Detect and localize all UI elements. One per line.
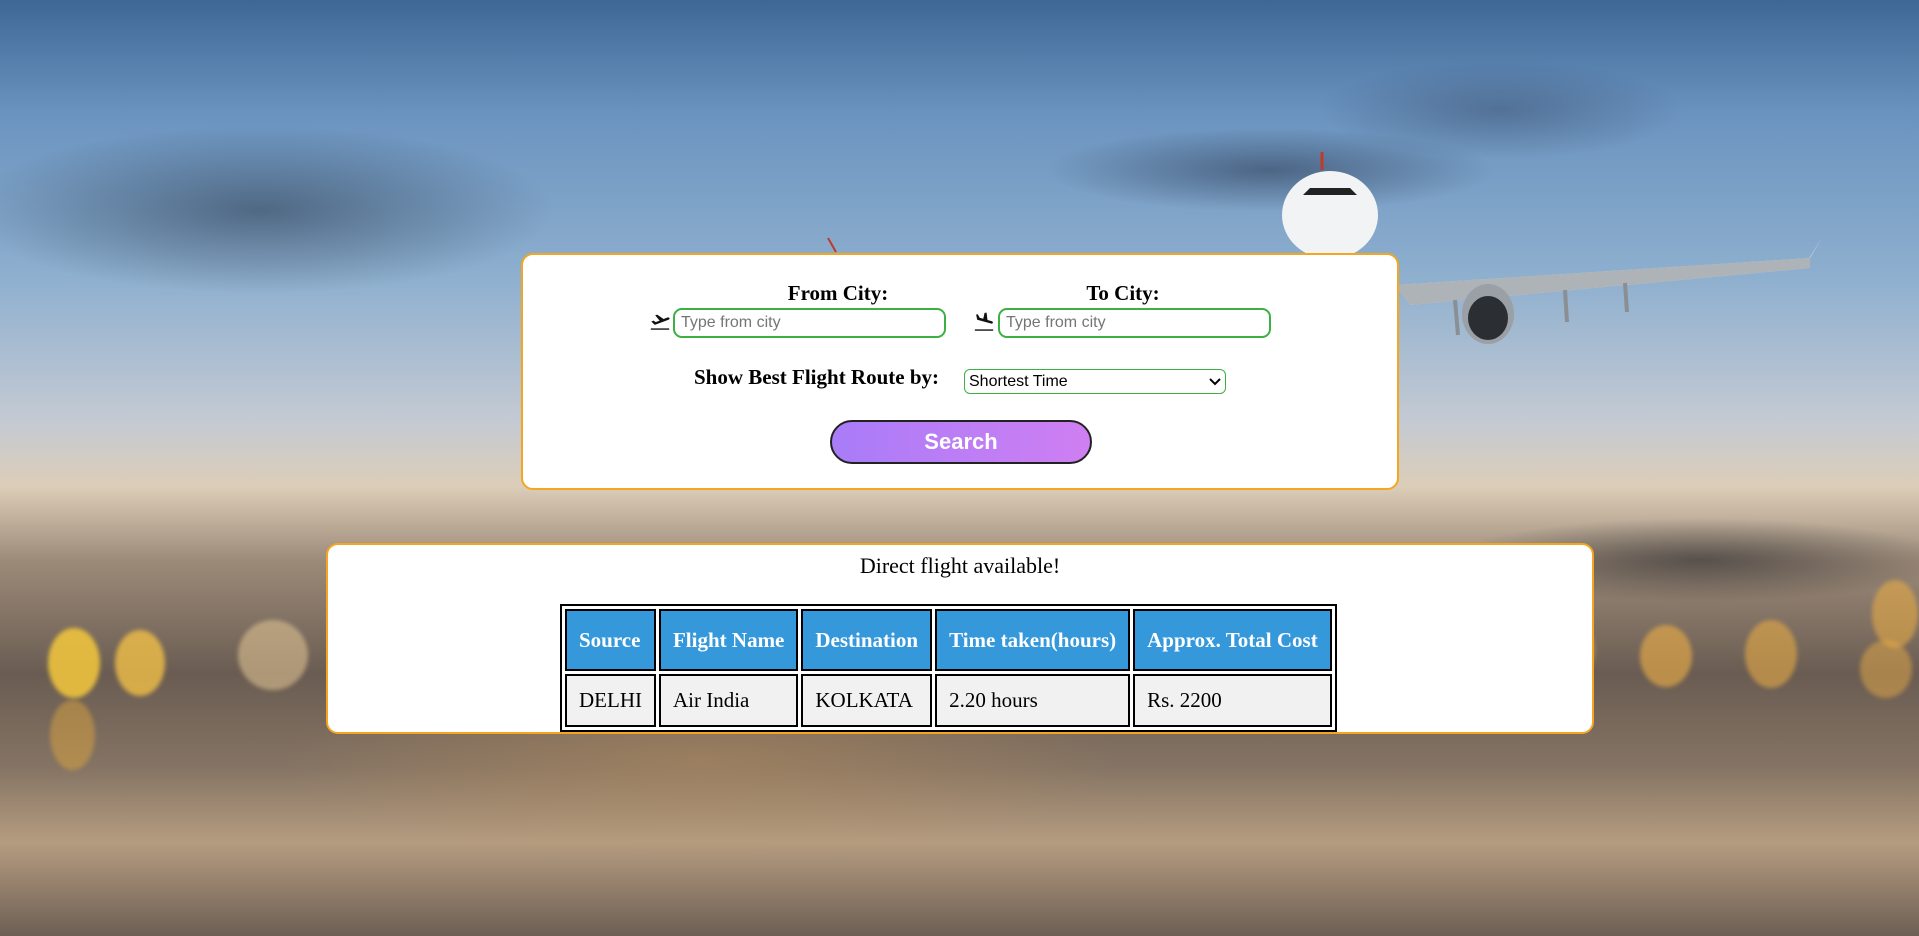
column-header-destination: Destination	[801, 609, 933, 671]
cell-flight-name: Air India	[658, 674, 799, 727]
cell-time-taken: 2.20 hours	[935, 674, 1131, 727]
column-header-source: Source	[565, 609, 656, 671]
cell-source: DELHI	[565, 674, 656, 727]
cell-total-cost: Rs. 2200	[1133, 674, 1332, 727]
column-header-flight-name: Flight Name	[658, 609, 799, 671]
column-header-time-taken: Time taken(hours)	[935, 609, 1131, 671]
route-preference-label: Show Best Flight Route by:	[694, 365, 940, 389]
flight-results-table: Source Flight Name Destination Time take…	[560, 604, 1337, 732]
takeoff-plane-icon	[650, 314, 670, 330]
from-city-label: From City:	[787, 281, 889, 305]
from-city-input[interactable]	[673, 308, 946, 338]
route-preference-select[interactable]: Shortest Time	[964, 369, 1226, 394]
results-card: Direct flight available! Source Flight N…	[326, 543, 1594, 734]
column-header-total-cost: Approx. Total Cost	[1133, 609, 1332, 671]
table-header-row: Source Flight Name Destination Time take…	[565, 609, 1332, 671]
from-city-group: From City:	[763, 281, 913, 306]
search-form-card: From City: To City: Show Best Flight Rou…	[521, 253, 1399, 490]
table-row: DELHI Air India KOLKATA 2.20 hours Rs. 2…	[565, 674, 1332, 727]
to-city-group: To City:	[1048, 281, 1198, 306]
cell-destination: KOLKATA	[801, 674, 933, 727]
result-status-text: Direct flight available!	[859, 553, 1061, 578]
route-preference-value: Shortest Time	[969, 372, 1068, 390]
search-button[interactable]: Search	[830, 420, 1092, 464]
chevron-down-icon	[1209, 377, 1221, 385]
to-city-label: To City:	[1086, 281, 1160, 305]
landing-plane-icon	[974, 312, 994, 331]
to-city-input[interactable]	[998, 308, 1271, 338]
